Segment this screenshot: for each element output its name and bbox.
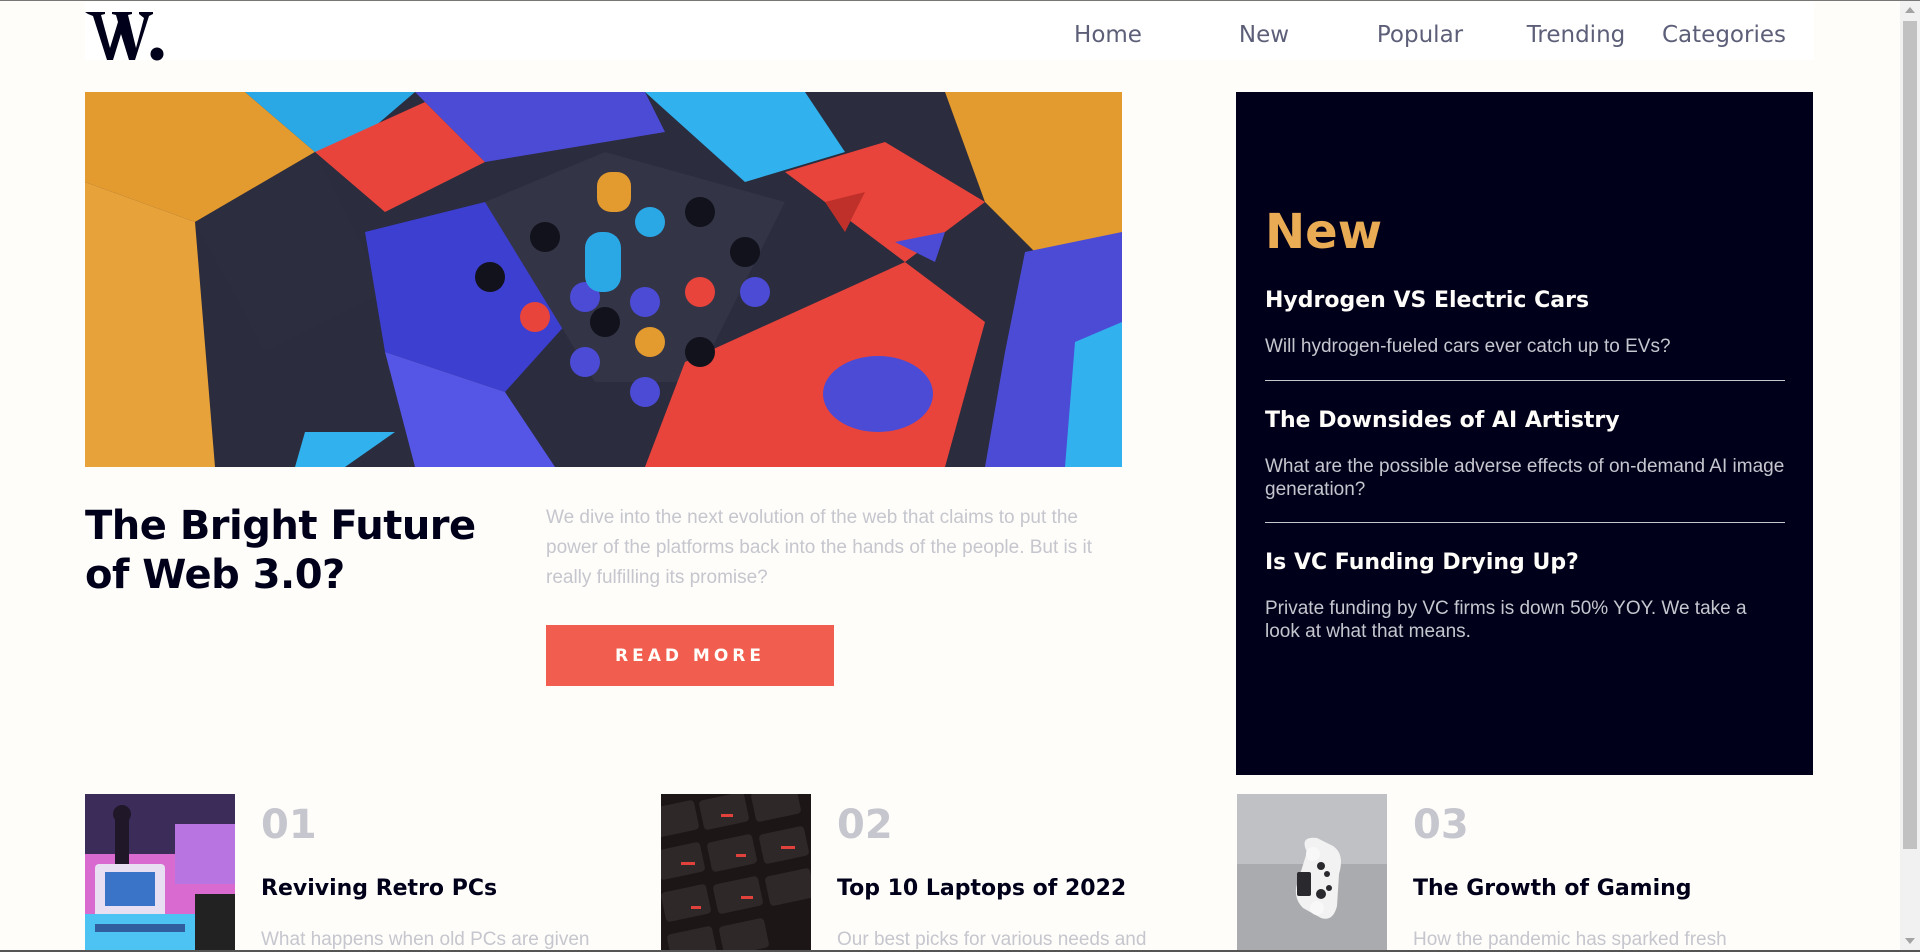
article-card[interactable]: 03 The Growth of Gaming How the pandemic… bbox=[1237, 794, 1797, 952]
hero-title: The Bright Future of Web 3.0? bbox=[85, 503, 476, 598]
new-item-description: What are the possible adverse effects of… bbox=[1265, 456, 1785, 500]
new-item-title[interactable]: Is VC Funding Drying Up? bbox=[1265, 550, 1785, 575]
card-title[interactable]: Reviving Retro PCs bbox=[261, 876, 497, 901]
divider bbox=[1265, 522, 1785, 523]
nav-new[interactable]: New bbox=[1186, 22, 1342, 48]
read-more-button[interactable]: READ MORE bbox=[546, 625, 834, 686]
new-articles-panel: New Hydrogen VS Electric Cars Will hydro… bbox=[1236, 92, 1813, 775]
card-description: How the pandemic has sparked fresh bbox=[1413, 929, 1727, 950]
card-title[interactable]: The Growth of Gaming bbox=[1413, 876, 1692, 901]
new-item-title[interactable]: The Downsides of AI Artistry bbox=[1265, 408, 1785, 433]
scrollbar-thumb[interactable] bbox=[1903, 21, 1917, 849]
card-image[interactable] bbox=[85, 794, 235, 952]
vertical-scrollbar[interactable] bbox=[1900, 1, 1920, 950]
card-description: What happens when old PCs are given bbox=[261, 929, 590, 950]
hero-image bbox=[85, 92, 1122, 467]
nav-home[interactable]: Home bbox=[1030, 22, 1186, 48]
article-card[interactable]: 02 Top 10 Laptops of 2022 Our best picks… bbox=[661, 794, 1221, 952]
card-image[interactable] bbox=[661, 794, 811, 952]
site-header: Home New Popular Trending Categories bbox=[85, 2, 1814, 62]
window-top-border bbox=[0, 0, 1920, 1]
new-item[interactable]: Hydrogen VS Electric Cars Will hydrogen-… bbox=[1265, 288, 1785, 358]
new-item-description: Will hydrogen-fueled cars ever catch up … bbox=[1265, 336, 1671, 357]
card-title[interactable]: Top 10 Laptops of 2022 bbox=[837, 876, 1126, 901]
new-item-title[interactable]: Hydrogen VS Electric Cars bbox=[1265, 288, 1785, 313]
card-number: 03 bbox=[1413, 802, 1469, 848]
nav-popular[interactable]: Popular bbox=[1342, 22, 1498, 48]
article-card[interactable]: 01 Reviving Retro PCs What happens when … bbox=[85, 794, 645, 952]
scroll-up-arrow-icon[interactable] bbox=[1905, 7, 1915, 13]
divider bbox=[1265, 380, 1785, 381]
scroll-down-arrow-icon[interactable] bbox=[1905, 938, 1915, 944]
logo-icon[interactable] bbox=[85, 10, 167, 62]
card-number: 02 bbox=[837, 802, 893, 848]
new-item-description: Private funding by VC firms is down 50% … bbox=[1265, 598, 1747, 642]
main-nav: Home New Popular Trending Categories bbox=[1030, 22, 1794, 48]
nav-categories[interactable]: Categories bbox=[1654, 22, 1794, 48]
nav-trending[interactable]: Trending bbox=[1498, 22, 1654, 48]
hero-description: We dive into the next evolution of the w… bbox=[546, 507, 1093, 588]
card-number: 01 bbox=[261, 802, 317, 848]
new-heading: New bbox=[1265, 204, 1383, 260]
card-description: Our best picks for various needs and bbox=[837, 929, 1147, 950]
card-image[interactable] bbox=[1237, 794, 1387, 952]
new-item[interactable]: The Downsides of AI Artistry What are th… bbox=[1265, 408, 1785, 501]
new-item[interactable]: Is VC Funding Drying Up? Private funding… bbox=[1265, 550, 1785, 643]
